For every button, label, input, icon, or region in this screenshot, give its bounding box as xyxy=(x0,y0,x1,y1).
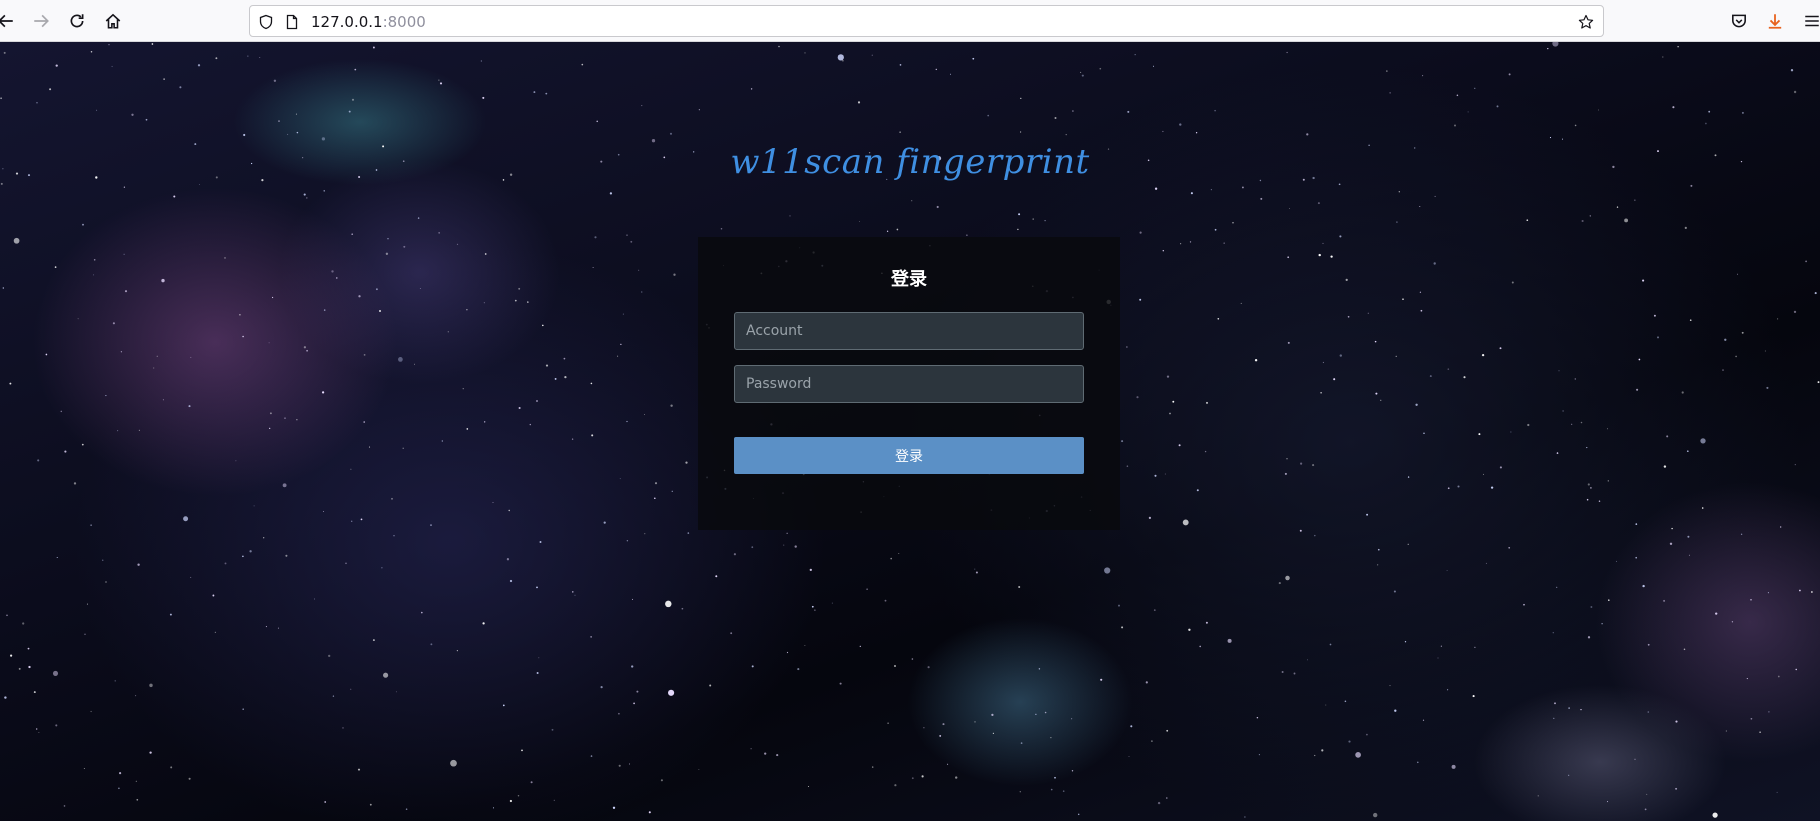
account-input[interactable] xyxy=(734,312,1084,350)
back-arrow-icon[interactable] xyxy=(0,9,18,33)
login-heading: 登录 xyxy=(891,269,927,290)
page-title: w11scan fingerprint xyxy=(730,142,1090,182)
pocket-icon[interactable] xyxy=(1727,9,1751,33)
home-icon[interactable] xyxy=(101,9,125,33)
password-input[interactable] xyxy=(734,365,1084,403)
address-bar[interactable]: 127.0.0.1:8000 xyxy=(249,5,1604,37)
login-button[interactable]: 登录 xyxy=(734,437,1084,474)
url-port: :8000 xyxy=(382,13,426,31)
bookmark-star-icon[interactable] xyxy=(1576,12,1596,32)
browser-toolbar: 127.0.0.1:8000 xyxy=(0,0,1820,42)
login-page: w11scan fingerprint 登录 登录 xyxy=(0,42,1820,821)
login-form: 登录 登录 xyxy=(698,237,1120,530)
reload-icon[interactable] xyxy=(65,9,89,33)
tracking-protection-shield-icon[interactable] xyxy=(256,12,276,32)
page-info-icon[interactable] xyxy=(282,12,302,32)
url-host: 127.0.0.1 xyxy=(311,13,383,31)
hamburger-menu-icon[interactable] xyxy=(1800,9,1820,33)
forward-arrow-icon[interactable] xyxy=(29,9,53,33)
downloads-icon[interactable] xyxy=(1763,9,1787,33)
url-text[interactable]: 127.0.0.1:8000 xyxy=(311,13,426,31)
